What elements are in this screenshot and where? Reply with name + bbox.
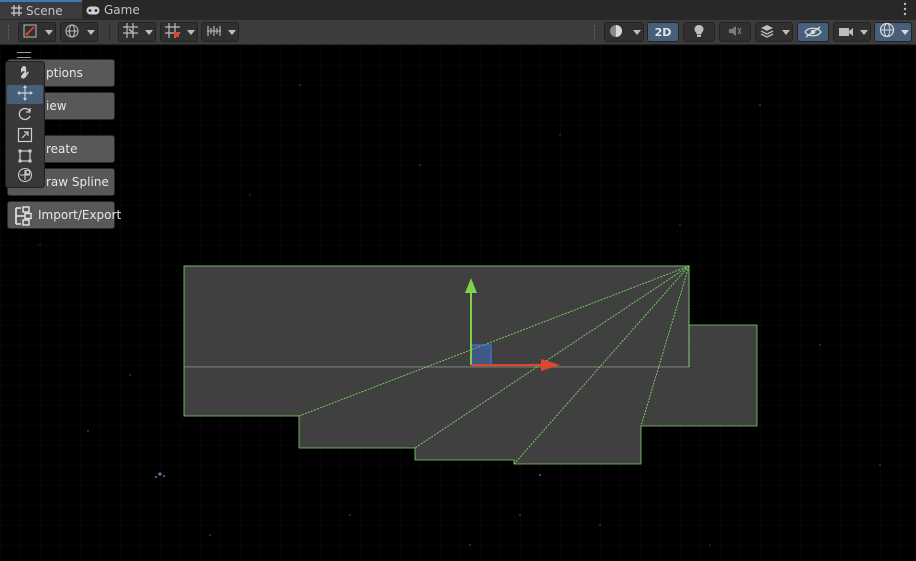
chevron-down-icon xyxy=(782,30,790,35)
rect-transform-icon xyxy=(17,148,33,168)
chevron-down-icon xyxy=(187,30,195,35)
effects-button[interactable] xyxy=(755,22,793,42)
gizmo-tools-icon xyxy=(23,23,37,42)
create-button-label: reate xyxy=(46,142,78,156)
tab-scene-label: Scene xyxy=(26,3,63,18)
draw-spline-button-label: raw Spline xyxy=(46,175,109,189)
chevron-down-icon xyxy=(860,30,868,35)
rotate-tool[interactable] xyxy=(7,106,43,125)
move-icon xyxy=(17,84,33,105)
tab-game[interactable]: Game xyxy=(86,0,146,20)
scale-tool[interactable] xyxy=(7,127,43,146)
gizmos-sphere-icon xyxy=(879,22,895,42)
import-export-button-label: Import/Export xyxy=(38,208,122,222)
scene-viewport[interactable]: ptions iew reate raw Spline Import/Expor… xyxy=(0,45,916,561)
chevron-down-icon xyxy=(87,30,95,35)
chevron-down-icon xyxy=(901,30,909,35)
toggle-2d-button[interactable]: 2D xyxy=(647,22,679,42)
global-local-icon xyxy=(65,23,79,42)
rotate-icon xyxy=(17,106,33,126)
lighting-toggle-button[interactable] xyxy=(683,22,715,42)
camera-icon xyxy=(838,23,854,42)
hand-tool[interactable] xyxy=(7,64,43,83)
grid-snap-icon xyxy=(123,22,138,42)
toolbar-separator xyxy=(109,25,110,39)
import-export-button[interactable]: Import/Export xyxy=(7,201,121,229)
hand-icon xyxy=(17,64,33,84)
transform-icon xyxy=(17,167,33,187)
snap-settings-button[interactable] xyxy=(201,22,239,42)
scene-toolbar: 2D xyxy=(0,20,916,45)
palette-drag-handle[interactable] xyxy=(17,52,31,58)
camera-settings-button[interactable] xyxy=(833,22,871,42)
scale-icon xyxy=(17,127,33,147)
tab-game-label: Game xyxy=(104,3,140,17)
ruler-icon xyxy=(206,23,222,42)
move-tool[interactable] xyxy=(7,84,43,105)
grid-snap-button[interactable] xyxy=(118,22,156,42)
toggle-2d-label: 2D xyxy=(654,25,672,39)
import-export-icon xyxy=(13,206,35,229)
scene-canvas[interactable] xyxy=(0,45,916,561)
options-button-label: ptions xyxy=(46,66,83,80)
lightbulb-icon xyxy=(693,23,705,42)
chevron-down-icon xyxy=(633,30,641,35)
rect-tool[interactable] xyxy=(7,148,43,167)
gizmo-tools-button[interactable] xyxy=(18,22,56,42)
view-button-label: iew xyxy=(46,99,67,113)
hash-grid-icon xyxy=(10,5,22,17)
chevron-down-icon xyxy=(145,30,153,35)
draw-mode-button[interactable] xyxy=(604,22,644,42)
scene-tab-bar: Scene Game xyxy=(0,0,916,21)
tab-scene[interactable]: Scene xyxy=(0,0,82,19)
global-local-button[interactable] xyxy=(60,22,98,42)
increment-snap-icon xyxy=(165,22,180,42)
gamepad-icon xyxy=(86,4,100,16)
layers-icon xyxy=(760,23,774,42)
eye-hidden-icon xyxy=(804,23,822,42)
gizmos-button[interactable] xyxy=(874,22,912,42)
increment-snap-button[interactable] xyxy=(160,22,198,42)
toolbar-grip[interactable] xyxy=(594,25,597,39)
audio-toggle-button[interactable] xyxy=(719,22,751,42)
chevron-down-icon xyxy=(228,30,236,35)
speaker-muted-icon xyxy=(728,23,742,42)
shading-sphere-icon xyxy=(609,23,623,42)
transform-tool[interactable] xyxy=(7,167,43,186)
chevron-down-icon xyxy=(45,30,53,35)
toolbar-grip[interactable] xyxy=(8,25,11,39)
tool-palette xyxy=(5,52,45,188)
more-options-icon[interactable] xyxy=(902,2,908,16)
scene-visibility-button[interactable] xyxy=(797,22,829,42)
